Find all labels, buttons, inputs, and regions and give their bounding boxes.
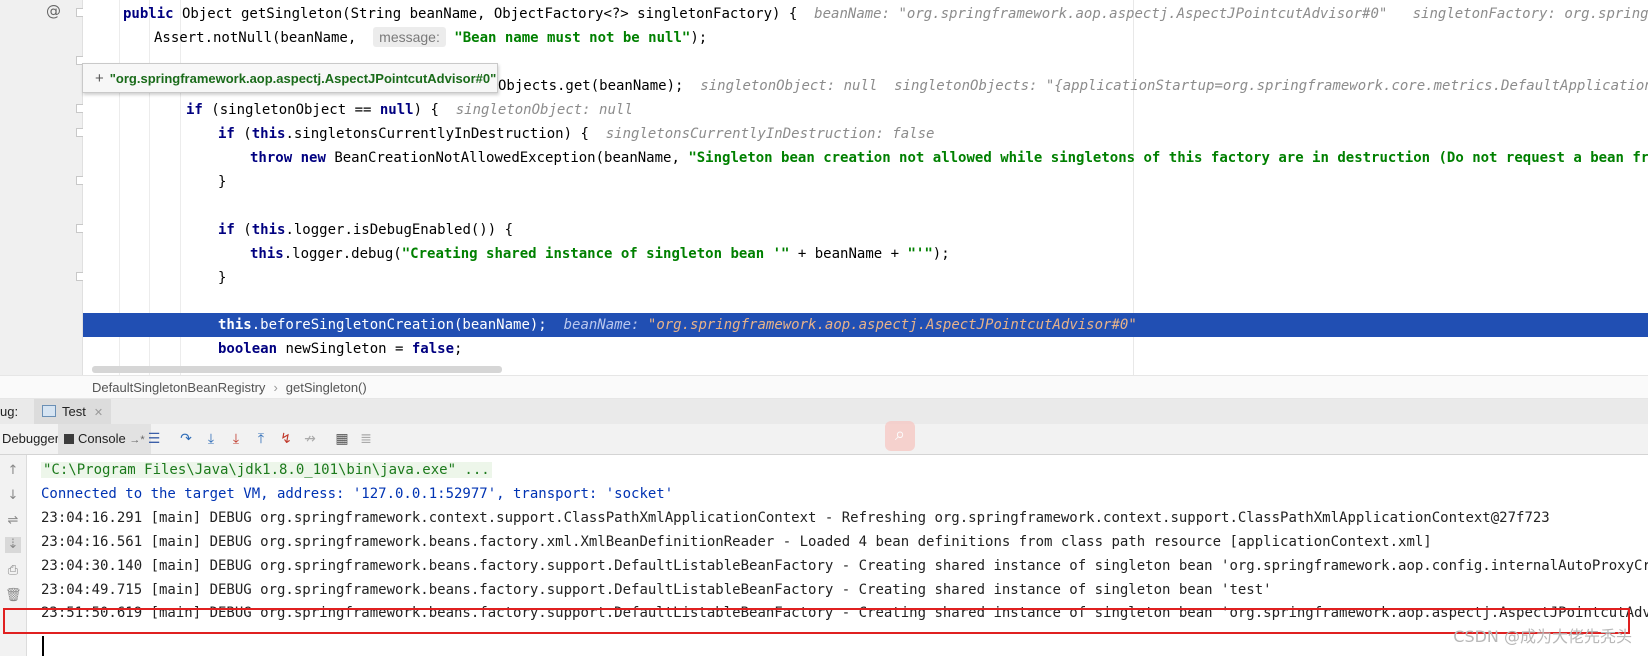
code-line: Objects.get(beanName); singletonObject: … bbox=[498, 78, 1648, 94]
search-overlay-icon[interactable]: ⌕ bbox=[885, 421, 915, 451]
watermark: CSDN @成为大佬先秃头 bbox=[1453, 627, 1632, 646]
code-line: this.logger.debug("Creating shared insta… bbox=[250, 246, 950, 262]
breadcrumb: DefaultSingletonBeanRegistry › getSingleto… bbox=[0, 375, 1648, 399]
code-line: if (this.singletonsCurrentlyInDestructio… bbox=[218, 126, 935, 142]
debug-label: ug: bbox=[0, 404, 19, 419]
code-line: if (this.logger.isDebugEnabled()) { bbox=[218, 222, 514, 238]
up-arrow-icon[interactable]: ↑ bbox=[5, 463, 21, 479]
tooltip-value: "org.springframework.aop.aspectj.AspectJ… bbox=[109, 71, 497, 86]
menu-lines-icon[interactable]: ☰ bbox=[146, 431, 162, 447]
breadcrumb-separator-icon: › bbox=[273, 380, 278, 395]
highlight-box bbox=[3, 608, 1630, 634]
code-line: throw new BeanCreationNotAllowedExceptio… bbox=[250, 150, 1648, 166]
override-marker-icon[interactable]: @ bbox=[46, 2, 61, 20]
step-over-icon[interactable]: ⤓ bbox=[203, 431, 219, 447]
console-line: Connected to the target VM, address: '12… bbox=[41, 486, 674, 502]
code-line: if (singletonObject == null) { singleton… bbox=[186, 102, 633, 118]
console-line: 23:04:49.715 [main] DEBUG org.springfram… bbox=[41, 582, 1272, 598]
value-tooltip[interactable]: + "org.springframework.aop.aspectj.Aspect… bbox=[82, 63, 498, 93]
current-execution-line: this.beforeSingletonCreation(beanName); … bbox=[83, 313, 1648, 337]
step-into-icon[interactable]: ⤓ bbox=[228, 431, 244, 447]
console-line: 23:04:30.140 [main] DEBUG org.springfram… bbox=[41, 558, 1648, 574]
run-config-icon bbox=[42, 405, 56, 417]
tab-console[interactable]: Console →* bbox=[58, 424, 151, 454]
down-arrow-icon[interactable]: ↓ bbox=[5, 488, 21, 504]
tab-console-label: Console bbox=[78, 431, 126, 446]
breadcrumb-class[interactable]: DefaultSingletonBeanRegistry bbox=[92, 380, 265, 395]
editor-gutter: @ bbox=[0, 0, 85, 375]
print-icon[interactable]: ⎙ bbox=[5, 563, 21, 579]
debug-tool-window-header: ug: Test ✕ bbox=[0, 399, 1648, 425]
evaluate-expression-icon[interactable]: ▦ bbox=[334, 431, 350, 447]
scroll-to-end-icon[interactable]: ⇣ bbox=[5, 537, 21, 553]
code-line: boolean newSingleton = false; bbox=[218, 341, 463, 357]
param-hint: message: bbox=[373, 27, 446, 47]
breadcrumb-method[interactable]: getSingleton() bbox=[286, 380, 367, 395]
trash-icon[interactable]: 🗑 bbox=[5, 588, 22, 604]
console-line: 23:04:16.561 [main] DEBUG org.springfram… bbox=[41, 534, 1432, 550]
show-execution-point-icon[interactable]: ↷ bbox=[178, 431, 194, 447]
console-icon bbox=[64, 434, 74, 444]
run-to-cursor-icon[interactable]: ↯ bbox=[278, 431, 294, 447]
console-line: 23:04:16.291 [main] DEBUG org.springfram… bbox=[41, 510, 1550, 526]
console-line: "C:\Program Files\Java\jdk1.8.0_101\bin\… bbox=[41, 462, 492, 478]
debug-toolbar: Debugger Console →* ☰ ↷ ⤓ ⤓ ⤒ ↯ ↛ ▦ ≣ bbox=[0, 424, 1648, 455]
code-line: public Object getSingleton(String beanNa… bbox=[123, 6, 1648, 22]
code-line: Assert.notNull(beanName, message: "Bean … bbox=[154, 27, 708, 47]
tab-debugger[interactable]: Debugger bbox=[0, 424, 63, 454]
close-icon[interactable]: ✕ bbox=[94, 406, 103, 419]
code-line: } bbox=[218, 174, 227, 190]
trace-icon[interactable]: ≣ bbox=[358, 431, 374, 447]
step-out-icon[interactable]: ⤒ bbox=[253, 431, 269, 447]
evaluate-disabled-icon[interactable]: ↛ bbox=[302, 431, 318, 447]
code-editor[interactable]: public Object getSingleton(String beanNa… bbox=[83, 0, 1648, 375]
code-line: } bbox=[218, 270, 227, 286]
horizontal-scrollbar[interactable] bbox=[92, 366, 502, 373]
expand-plus-icon[interactable]: + bbox=[95, 70, 104, 87]
text-caret bbox=[42, 636, 44, 656]
tab-test-label: Test bbox=[62, 404, 86, 419]
tab-test[interactable]: Test ✕ bbox=[34, 399, 112, 424]
soft-wrap-icon[interactable]: ⇌ bbox=[5, 513, 21, 529]
